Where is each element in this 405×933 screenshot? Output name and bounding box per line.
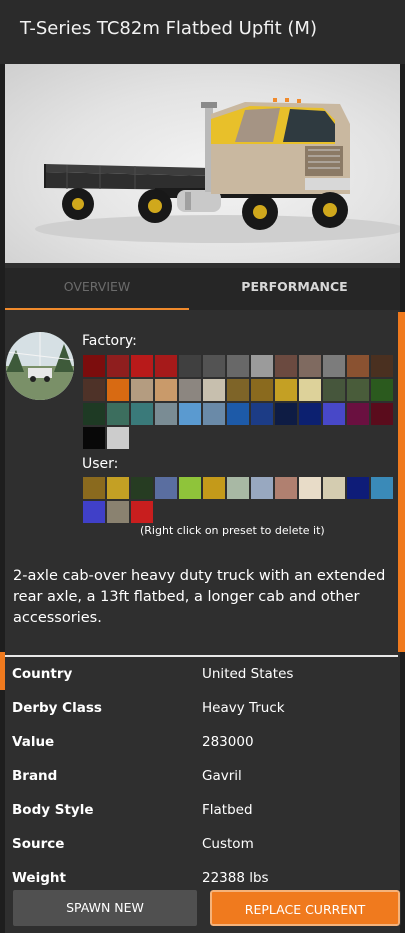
spec-row-source: Source Custom xyxy=(12,836,382,870)
factory-paint-swatch[interactable] xyxy=(275,379,297,401)
factory-paint-swatch[interactable] xyxy=(107,355,129,377)
spec-key: Body Style xyxy=(12,802,94,818)
factory-paint-swatch[interactable] xyxy=(131,379,153,401)
user-paint-swatch[interactable] xyxy=(107,501,129,523)
factory-paint-swatch[interactable] xyxy=(107,403,129,425)
factory-paint-swatch[interactable] xyxy=(83,355,105,377)
factory-paint-swatch[interactable] xyxy=(203,403,225,425)
factory-paint-swatch[interactable] xyxy=(227,355,249,377)
factory-paint-swatch[interactable] xyxy=(299,379,321,401)
spec-key: Brand xyxy=(12,768,58,784)
factory-paint-swatch[interactable] xyxy=(275,403,297,425)
spec-value: 22388 lbs xyxy=(202,870,269,886)
delete-preset-hint: (Right click on preset to delete it) xyxy=(140,524,325,537)
user-paint-swatch[interactable] xyxy=(275,477,297,499)
user-paint-swatch[interactable] xyxy=(227,477,249,499)
spec-value: Heavy Truck xyxy=(202,700,285,716)
factory-paint-swatch[interactable] xyxy=(323,379,345,401)
factory-paint-swatch[interactable] xyxy=(251,379,273,401)
scrollbar[interactable] xyxy=(398,312,405,652)
replace-current-button[interactable]: REPLACE CURRENT xyxy=(209,889,401,927)
factory-paint-swatch[interactable] xyxy=(83,427,105,449)
factory-paint-swatch[interactable] xyxy=(323,403,345,425)
factory-paint-swatch[interactable] xyxy=(155,355,177,377)
factory-paint-swatch[interactable] xyxy=(179,355,201,377)
factory-paint-swatch[interactable] xyxy=(227,403,249,425)
user-paint-swatch[interactable] xyxy=(83,477,105,499)
paint-preview-thumbnail xyxy=(6,332,74,400)
spec-row-country: Country United States xyxy=(12,666,382,700)
vehicle-title: T-Series TC82m Flatbed Upfit (M) xyxy=(20,18,317,39)
thumbnail-icon xyxy=(6,332,74,400)
user-paint-swatch[interactable] xyxy=(371,477,393,499)
spec-key: Source xyxy=(12,836,65,852)
spec-value: Custom xyxy=(202,836,254,852)
user-paint-swatches xyxy=(83,477,393,523)
spec-key: Weight xyxy=(12,870,66,886)
factory-paint-swatch[interactable] xyxy=(227,379,249,401)
spec-row-body-style: Body Style Flatbed xyxy=(12,802,382,836)
factory-paint-swatch[interactable] xyxy=(299,355,321,377)
vehicle-description: 2-axle cab-over heavy duty truck with an… xyxy=(13,568,386,626)
divider xyxy=(5,655,398,657)
tab-overview[interactable]: OVERVIEW xyxy=(5,268,189,310)
spawn-new-button[interactable]: SPAWN NEW xyxy=(13,890,197,926)
spec-row-value: Value 283000 xyxy=(12,734,382,768)
factory-paints-label: Factory: xyxy=(82,333,137,349)
factory-paint-swatch[interactable] xyxy=(179,403,201,425)
tab-performance[interactable]: PERFORMANCE xyxy=(189,268,400,310)
spec-key: Value xyxy=(12,734,55,750)
factory-paint-swatch[interactable] xyxy=(107,427,129,449)
user-paint-swatch[interactable] xyxy=(107,477,129,499)
factory-paint-swatch[interactable] xyxy=(347,379,369,401)
factory-paint-swatch[interactable] xyxy=(251,403,273,425)
row-highlight-marker xyxy=(0,652,5,690)
factory-paint-swatches xyxy=(83,355,393,449)
user-paint-swatch[interactable] xyxy=(251,477,273,499)
vehicle-preview-image xyxy=(5,64,400,263)
spec-row-brand: Brand Gavril xyxy=(12,768,382,802)
user-paint-swatch[interactable] xyxy=(347,477,369,499)
factory-paint-swatch[interactable] xyxy=(107,379,129,401)
factory-paint-swatch[interactable] xyxy=(155,403,177,425)
spec-row-derby-class: Derby Class Heavy Truck xyxy=(12,700,382,734)
user-paints-label: User: xyxy=(82,456,119,472)
user-paint-swatch[interactable] xyxy=(131,501,153,523)
truck-illustration xyxy=(35,98,400,243)
factory-paint-swatch[interactable] xyxy=(347,355,369,377)
factory-paint-swatch[interactable] xyxy=(155,379,177,401)
factory-paint-swatch[interactable] xyxy=(179,379,201,401)
spec-value: Gavril xyxy=(202,768,242,784)
user-paint-swatch[interactable] xyxy=(299,477,321,499)
factory-paint-swatch[interactable] xyxy=(275,355,297,377)
user-paint-swatch[interactable] xyxy=(83,501,105,523)
factory-paint-swatch[interactable] xyxy=(323,355,345,377)
factory-paint-swatch[interactable] xyxy=(83,403,105,425)
spec-value: 283000 xyxy=(202,734,254,750)
title-bar: T-Series TC82m Flatbed Upfit (M) xyxy=(0,0,405,64)
user-paint-swatch[interactable] xyxy=(203,477,225,499)
spec-value: United States xyxy=(202,666,294,682)
factory-paint-swatch[interactable] xyxy=(347,403,369,425)
factory-paint-swatch[interactable] xyxy=(131,403,153,425)
factory-paint-swatch[interactable] xyxy=(371,379,393,401)
user-paint-swatch[interactable] xyxy=(323,477,345,499)
user-paint-swatch[interactable] xyxy=(155,477,177,499)
tab-bar: OVERVIEW PERFORMANCE xyxy=(5,268,400,310)
user-paint-swatch[interactable] xyxy=(131,477,153,499)
factory-paint-swatch[interactable] xyxy=(83,379,105,401)
factory-paint-swatch[interactable] xyxy=(203,355,225,377)
factory-paint-swatch[interactable] xyxy=(371,355,393,377)
spec-key: Country xyxy=(12,666,73,682)
factory-paint-swatch[interactable] xyxy=(131,355,153,377)
spec-key: Derby Class xyxy=(12,700,102,716)
factory-paint-swatch[interactable] xyxy=(203,379,225,401)
factory-paint-swatch[interactable] xyxy=(299,403,321,425)
user-paint-swatch[interactable] xyxy=(179,477,201,499)
factory-paint-swatch[interactable] xyxy=(371,403,393,425)
factory-paint-swatch[interactable] xyxy=(251,355,273,377)
spec-value: Flatbed xyxy=(202,802,253,818)
